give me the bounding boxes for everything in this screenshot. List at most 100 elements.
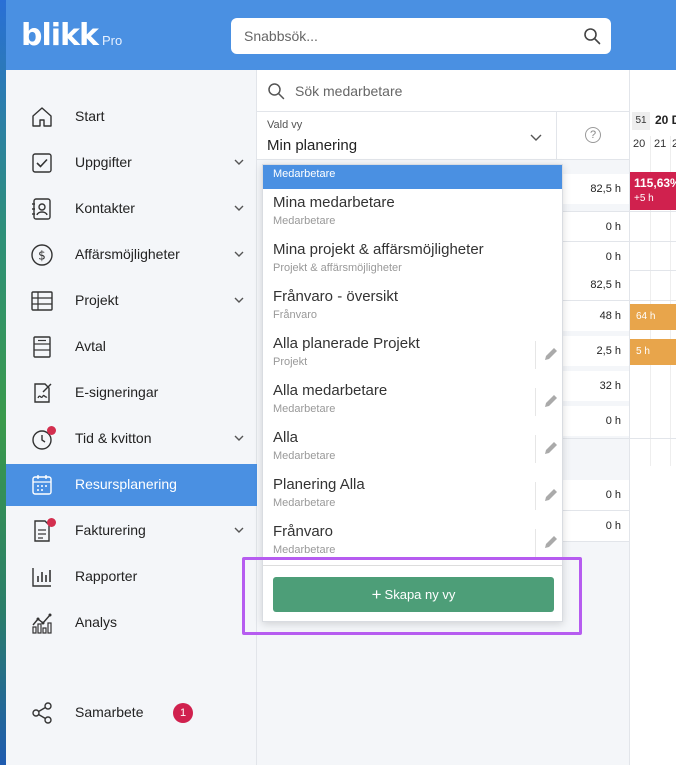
week-number: 51 (632, 112, 650, 130)
create-view-button[interactable]: + Skapa ny vy (273, 577, 554, 612)
edit-view-button[interactable] (535, 482, 562, 510)
dropdown-option[interactable]: Frånvaro Medarbetare (263, 519, 562, 566)
hours-cell: 0 h (557, 511, 629, 541)
edit-view-button[interactable] (535, 388, 562, 416)
sidebar-item-label: Avtal (75, 338, 106, 354)
overbooked-cell[interactable]: 115,63% +5 h (630, 172, 676, 210)
sidebar-item-avtal[interactable]: Avtal (6, 326, 257, 368)
dropdown-group-header[interactable]: Medarbetare (263, 165, 562, 189)
view-select[interactable]: Vald vy Min planering (257, 112, 557, 160)
top-header: blikk Pro (6, 0, 676, 70)
sidebar-item-label: Rapporter (75, 568, 138, 584)
sidebar-item-label: Affärsmöjligheter (75, 246, 180, 262)
date-header: 20 D (655, 113, 676, 127)
sidebar: Start Uppgifter Kontakter $ Affärsmöjlig… (6, 70, 257, 765)
sidebar-item-rapporter[interactable]: Rapporter (6, 556, 257, 598)
employee-search-input[interactable] (295, 70, 615, 112)
booking-bar[interactable]: 5 h (630, 339, 676, 365)
dropdown-option[interactable]: Alla Medarbetare (263, 425, 562, 472)
quick-search (231, 18, 611, 54)
contacts-icon (32, 198, 51, 220)
dollar-icon: $ (31, 244, 53, 266)
notification-badge: 1 (173, 703, 193, 723)
pencil-icon (545, 489, 557, 501)
option-subtitle: Medarbetare (273, 215, 336, 227)
plus-icon: + (371, 584, 382, 604)
row-divider (629, 241, 676, 242)
row-divider (629, 300, 676, 301)
edit-view-button[interactable] (535, 341, 562, 369)
chevron-down-icon (234, 251, 244, 257)
sidebar-item-affarsmojligheter[interactable]: $ Affärsmöjligheter (6, 234, 257, 276)
help-icon[interactable]: ? (585, 127, 601, 143)
edit-view-button[interactable] (535, 529, 562, 557)
pencil-icon (545, 395, 557, 407)
sidebar-item-label: Analys (75, 614, 118, 630)
hours-cell: 0 h (557, 406, 629, 436)
option-subtitle: Medarbetare (273, 450, 336, 462)
quick-search-input[interactable] (231, 18, 551, 54)
option-subtitle: Projekt (273, 356, 308, 368)
sidebar-item-label: Tid & kvitton (75, 430, 152, 446)
checkbox-icon (32, 153, 52, 173)
row-divider (629, 438, 676, 439)
chevron-down-icon (234, 527, 244, 533)
day-number: 20 (633, 138, 646, 150)
option-subtitle: Medarbetare (273, 497, 336, 509)
dropdown-option[interactable]: Alla medarbetare Medarbetare (263, 378, 562, 425)
hours-cell: 0 h (557, 242, 629, 272)
search-icon[interactable] (583, 27, 601, 45)
sidebar-item-label: Kontakter (75, 200, 135, 216)
sidebar-item-projekt[interactable]: Projekt (6, 280, 257, 322)
dropdown-option[interactable]: Alla planerade Projekt Projekt (263, 331, 562, 378)
sidebar-item-label: Samarbete (75, 704, 144, 720)
option-title: Alla medarbetare (273, 382, 388, 399)
hours-cell: 82,5 h (557, 174, 629, 204)
option-title: Frånvaro (273, 523, 334, 540)
signature-icon (34, 383, 52, 403)
sidebar-item-uppgifter[interactable]: Uppgifter (6, 142, 257, 184)
option-title: Mina projekt & affärsmöjligheter (273, 241, 484, 258)
dropdown-option[interactable]: Frånvaro - översikt Frånvaro (263, 284, 562, 331)
calendar-icon (32, 475, 52, 495)
sidebar-item-label: Fakturering (75, 522, 146, 538)
chevron-down-icon (234, 435, 244, 441)
sidebar-item-label: Uppgifter (75, 154, 132, 170)
contract-icon (33, 336, 51, 358)
overbook-percent: 115,63% (634, 176, 676, 190)
sidebar-item-fakturering[interactable]: Fakturering (6, 510, 257, 552)
hours-cell: 82,5 h (557, 270, 629, 300)
booking-bar[interactable]: 64 h (630, 304, 676, 330)
sidebar-item-analys[interactable]: Analys (6, 602, 257, 644)
search-icon (268, 83, 285, 100)
hours-cell: 0 h (557, 480, 629, 510)
sidebar-item-kontakter[interactable]: Kontakter (6, 188, 257, 230)
chevron-down-icon (234, 205, 244, 211)
row-divider (629, 270, 676, 271)
hours-cell: 48 h (557, 301, 629, 331)
overbook-extra: +5 h (634, 193, 654, 204)
brand-logo[interactable]: blikk (21, 18, 99, 54)
sidebar-item-resursplanering[interactable]: Resursplanering (6, 464, 257, 506)
create-view-label: Skapa ny vy (384, 586, 456, 602)
edit-view-button[interactable] (535, 435, 562, 463)
option-subtitle: Frånvaro (273, 309, 318, 321)
sidebar-item-tid-kvitton[interactable]: Tid & kvitton (6, 418, 257, 460)
svg-text:$: $ (38, 249, 46, 263)
bar-chart-icon (32, 568, 51, 587)
sidebar-item-start[interactable]: Start (6, 96, 257, 138)
brand-tier: Pro (102, 33, 123, 48)
chevron-down-icon (530, 134, 542, 141)
hours-cell: 0 h (557, 212, 629, 242)
sidebar-item-e-signeringar[interactable]: E-signeringar (6, 372, 257, 414)
pencil-icon (545, 442, 557, 454)
analytics-icon (32, 613, 52, 634)
notification-dot (47, 426, 56, 435)
dropdown-option[interactable]: Mina medarbetare Medarbetare (263, 190, 562, 237)
row-divider (557, 541, 629, 542)
dropdown-option[interactable]: Mina projekt & affärsmöjligheter Projekt… (263, 237, 562, 284)
dropdown-option[interactable]: Planering Alla Medarbetare (263, 472, 562, 519)
option-title: Alla planerade Projekt (273, 335, 420, 352)
notification-dot (47, 518, 56, 527)
sidebar-item-samarbete[interactable]: Samarbete 1 (6, 692, 257, 734)
